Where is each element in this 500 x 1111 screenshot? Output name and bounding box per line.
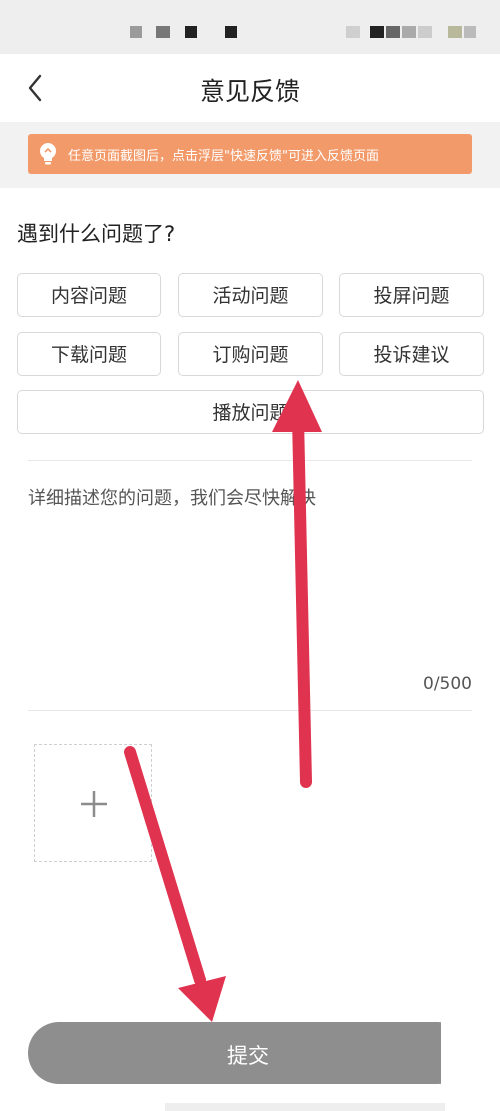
plus-icon bbox=[81, 791, 107, 817]
tip-section: 任意页面截图后，点击浮层"快速反馈"可进入反馈页面 bbox=[0, 122, 500, 188]
home-indicator bbox=[165, 1103, 445, 1111]
description-placeholder: 详细描述您的问题，我们会尽快解决 bbox=[28, 488, 316, 509]
lightbulb-icon bbox=[40, 143, 56, 165]
category-download-button[interactable]: 下载问题 bbox=[17, 332, 161, 376]
category-complaint-button[interactable]: 投诉建议 bbox=[339, 332, 484, 376]
category-activity-button[interactable]: 活动问题 bbox=[178, 273, 323, 317]
category-playback-button[interactable]: 播放问题 bbox=[17, 390, 484, 434]
tip-banner: 任意页面截图后，点击浮层"快速反馈"可进入反馈页面 bbox=[28, 134, 472, 174]
tip-text: 任意页面截图后，点击浮层"快速反馈"可进入反馈页面 bbox=[68, 149, 379, 164]
page-title: 意见反馈 bbox=[199, 77, 300, 106]
image-upload-button[interactable] bbox=[34, 744, 152, 862]
divider bbox=[28, 460, 472, 461]
category-cast-button[interactable]: 投屏问题 bbox=[339, 273, 484, 317]
question-title: 遇到什么问题了? bbox=[17, 222, 176, 246]
edge-strip bbox=[441, 1012, 500, 1111]
submit-label: 提交 bbox=[227, 1044, 269, 1068]
divider bbox=[28, 710, 472, 711]
description-input[interactable]: 详细描述您的问题，我们会尽快解决 0/500 bbox=[28, 476, 472, 706]
category-order-button[interactable]: 订购问题 bbox=[178, 332, 323, 376]
nav-bar: 意见反馈 bbox=[0, 54, 500, 122]
category-content-button[interactable]: 内容问题 bbox=[17, 273, 161, 317]
status-bar bbox=[0, 0, 500, 54]
submit-button[interactable]: 提交 bbox=[28, 1022, 468, 1084]
char-count: 0/500 bbox=[423, 674, 472, 694]
